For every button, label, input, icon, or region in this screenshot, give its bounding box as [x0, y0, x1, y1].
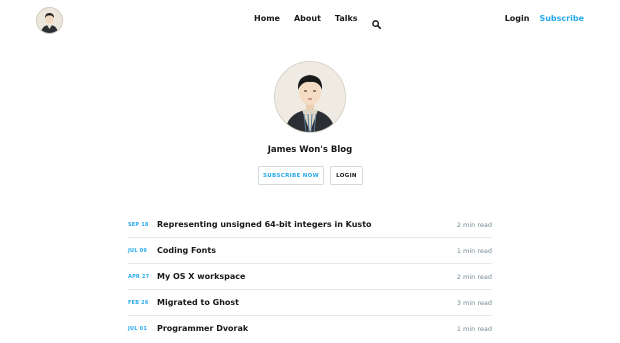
- subscribe-link[interactable]: Subscribe: [539, 14, 584, 23]
- main-nav: Home About Talks: [254, 14, 381, 30]
- post-title[interactable]: Representing unsigned 64-bit integers in…: [157, 220, 457, 229]
- post-title[interactable]: Coding Fonts: [157, 246, 457, 255]
- login-button[interactable]: LOGIN: [330, 166, 363, 185]
- post-read-time: 2 min read: [456, 272, 492, 281]
- post-title[interactable]: Programmer Dvorak: [157, 324, 457, 333]
- post-list: SEP 18 Representing unsigned 64-bit inte…: [128, 212, 492, 341]
- nav-talks[interactable]: Talks: [335, 14, 358, 23]
- site-logo-avatar[interactable]: [36, 7, 63, 34]
- blog-title: James Won's Blog: [267, 145, 353, 155]
- post-read-time: 3 min read: [456, 298, 492, 307]
- post-title[interactable]: Migrated to Ghost: [157, 298, 457, 307]
- post-title[interactable]: My OS X workspace: [157, 272, 457, 281]
- list-item[interactable]: FEB 26 Migrated to Ghost 3 min read: [128, 290, 492, 316]
- post-date: JUL 09: [128, 247, 148, 254]
- list-item[interactable]: JUL 09 Coding Fonts 1 min read: [128, 238, 492, 264]
- post-date: SEP 18: [128, 221, 149, 228]
- nav-about[interactable]: About: [294, 14, 321, 23]
- post-date: APR 27: [128, 273, 150, 280]
- post-date: FEB 26: [128, 299, 149, 306]
- avatar-icon: [275, 62, 345, 132]
- list-item[interactable]: JUL 01 Programmer Dvorak 1 min read: [128, 316, 492, 341]
- list-item[interactable]: APR 27 My OS X workspace 2 min read: [128, 264, 492, 290]
- search-icon[interactable]: [371, 14, 381, 30]
- post-read-time: 2 min read: [456, 220, 492, 229]
- subscribe-now-button[interactable]: SUBSCRIBE NOW: [258, 166, 324, 185]
- profile-avatar: [274, 61, 346, 133]
- post-read-time: 1 min read: [456, 324, 492, 333]
- site-header: Home About Talks Login Subscribe: [0, 0, 620, 40]
- post-date: JUL 01: [128, 325, 148, 332]
- nav-home[interactable]: Home: [254, 14, 280, 23]
- avatar-icon: [37, 8, 62, 33]
- post-read-time: 1 min read: [456, 246, 492, 255]
- header-actions: Login Subscribe: [505, 14, 584, 23]
- login-link[interactable]: Login: [505, 14, 530, 23]
- list-item[interactable]: SEP 18 Representing unsigned 64-bit inte…: [128, 212, 492, 238]
- cta-buttons: SUBSCRIBE NOW LOGIN: [258, 166, 363, 185]
